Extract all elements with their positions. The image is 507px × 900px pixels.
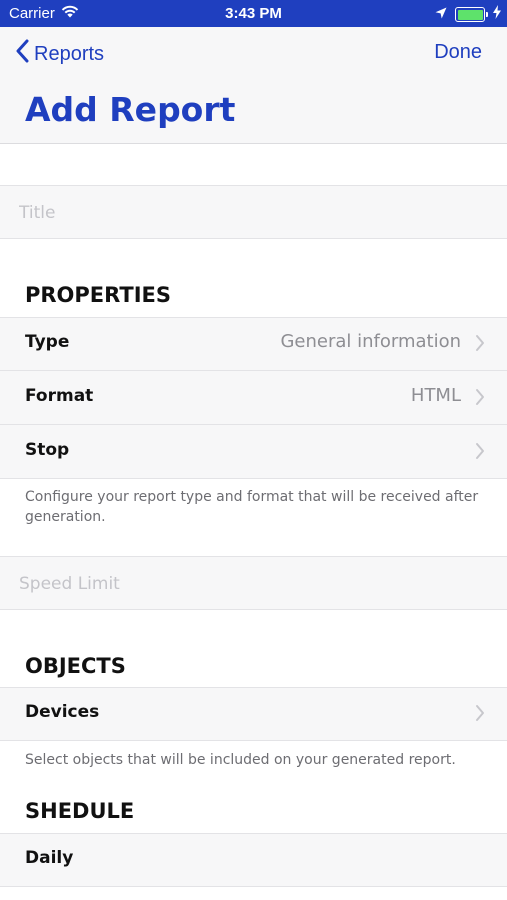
chevron-left-icon bbox=[16, 39, 29, 69]
chevron-right-icon bbox=[476, 705, 484, 721]
chevron-right-icon bbox=[476, 443, 484, 459]
type-label: Type bbox=[25, 332, 70, 352]
status-bar: Carrier 3:43 PM bbox=[0, 0, 507, 27]
devices-row[interactable]: Devices bbox=[0, 687, 507, 741]
status-right bbox=[435, 5, 501, 24]
properties-footer: Configure your report type and format th… bbox=[25, 489, 479, 525]
navigation-bar: Reports Done Add Report bbox=[0, 27, 507, 144]
chevron-right-icon bbox=[476, 389, 484, 405]
format-row[interactable]: Format HTML bbox=[0, 371, 507, 425]
speed-limit-input[interactable] bbox=[19, 570, 479, 598]
back-button-label: Reports bbox=[34, 42, 105, 65]
divider bbox=[0, 886, 507, 887]
properties-header: PROPERTIES bbox=[25, 283, 171, 307]
chevron-right-icon bbox=[476, 335, 484, 351]
daily-label: Daily bbox=[25, 848, 74, 868]
divider bbox=[0, 740, 507, 741]
objects-footer: Select objects that will be included on … bbox=[25, 752, 456, 768]
done-button[interactable]: Done bbox=[434, 41, 482, 64]
type-value: General information bbox=[280, 331, 461, 352]
divider bbox=[0, 833, 507, 834]
battery-icon bbox=[455, 7, 488, 22]
title-input[interactable] bbox=[19, 199, 479, 227]
devices-label: Devices bbox=[25, 702, 100, 722]
divider bbox=[0, 317, 507, 318]
stop-row[interactable]: Stop bbox=[0, 425, 507, 479]
location-arrow-icon bbox=[435, 6, 447, 24]
format-value: HTML bbox=[410, 385, 461, 406]
stop-label: Stop bbox=[25, 440, 70, 460]
objects-header: OBJECTS bbox=[25, 654, 126, 678]
title-field-row bbox=[0, 185, 507, 239]
divider bbox=[0, 478, 507, 479]
charging-bolt-icon bbox=[493, 5, 501, 24]
divider bbox=[0, 687, 507, 688]
back-button[interactable]: Reports bbox=[16, 39, 104, 69]
format-label: Format bbox=[25, 386, 94, 406]
speed-limit-row bbox=[0, 556, 507, 610]
status-time: 3:43 PM bbox=[225, 5, 282, 22]
battery-fill bbox=[457, 9, 483, 20]
page-title: Add Report bbox=[25, 90, 236, 129]
schedule-header: SHEDULE bbox=[25, 799, 135, 823]
daily-row[interactable]: Daily bbox=[0, 833, 507, 887]
type-row[interactable]: Type General information bbox=[0, 317, 507, 371]
